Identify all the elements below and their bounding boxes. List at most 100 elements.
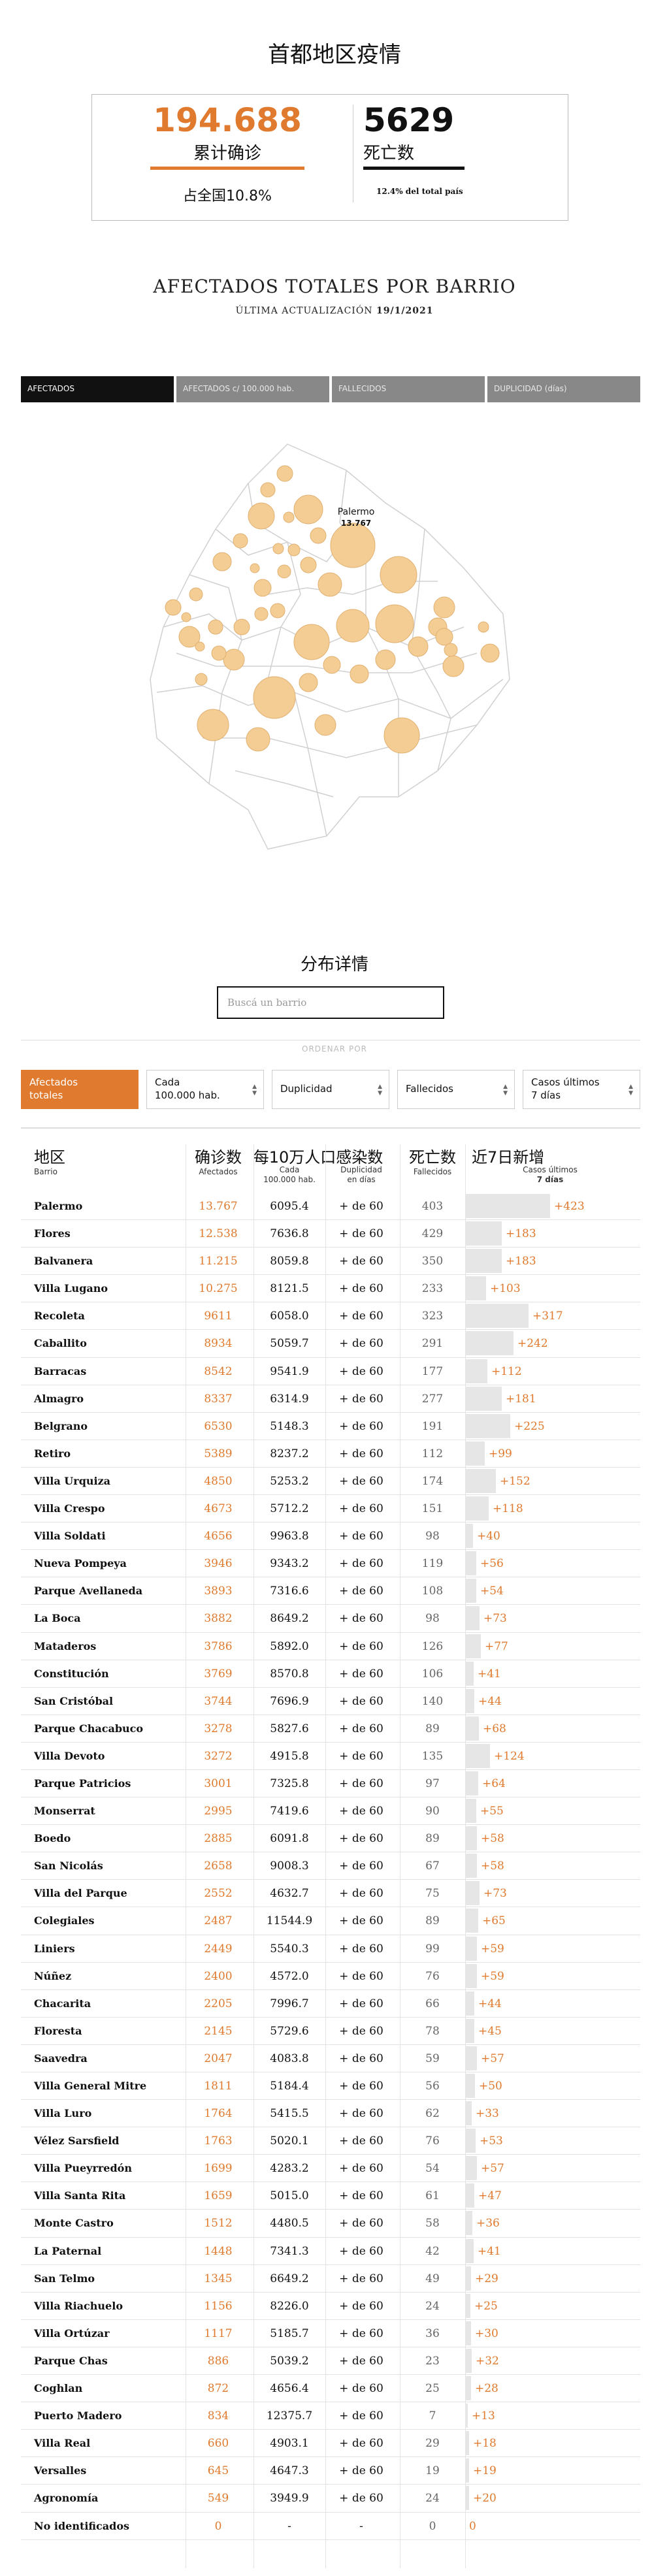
duplicidad-value: + de 60 [339, 1832, 383, 1846]
fallecidos-value: 191 [421, 1419, 444, 1433]
bubble-coghlan[interactable] [283, 511, 295, 523]
barrio-name: Monserrat [34, 1805, 95, 1818]
tab-duplicidad[interactable]: DUPLICIDAD (días) [487, 376, 640, 402]
col-cada-es2: 100.000 hab. [263, 1175, 316, 1184]
col-casos-es2: 7 días [536, 1175, 564, 1184]
bubble-la-boca[interactable] [442, 655, 465, 677]
bubble-liniers[interactable] [165, 599, 182, 616]
bubble-parque-patricios[interactable] [350, 664, 369, 684]
bubble-almagro[interactable] [336, 609, 370, 643]
bubble-villa-real[interactable] [195, 641, 205, 652]
bubble-san-telmo[interactable] [444, 643, 458, 657]
bubble-villa-del-parque[interactable] [253, 579, 272, 597]
bubble-monte-castro[interactable] [189, 587, 203, 602]
bubble-parque-chacabuco[interactable] [299, 673, 318, 692]
bubble-villa-pueyrredon[interactable] [233, 533, 248, 549]
duplicidad-value: + de 60 [339, 2464, 383, 2478]
table-row: Villa Devoto 3272 4915.8 + de 60 135 +124 [21, 1743, 640, 1770]
col-barrio-es: Barrio [34, 1167, 57, 1176]
bubble-villa-riachuelo[interactable] [195, 673, 208, 686]
cada-value: 8121.5 [270, 1282, 309, 1296]
col-cada-cn: 每10万人口感染数 [253, 1148, 383, 1167]
bubble-puerto-madero[interactable] [478, 621, 489, 633]
bubble-villa-urquiza[interactable] [248, 502, 275, 530]
afectados-value: 3893 [204, 1585, 233, 1598]
casos-value: +19 [473, 2464, 497, 2478]
sort-cada-button[interactable]: Cada 100.000 hab. ▲ ▼ [146, 1070, 264, 1109]
casos-value: +423 [554, 1200, 585, 1213]
fallecidos-value: 97 [425, 1777, 440, 1790]
bubble-villa-devoto[interactable] [212, 552, 232, 572]
last-update-date: 19/1/2021 [376, 306, 434, 316]
barrio-bubble-map[interactable]: Palermo 13.767 [137, 431, 529, 875]
tab-fallecidos[interactable]: FALLECIDOS [332, 376, 485, 402]
barrio-table: Palermo 13.767 6095.4 + de 60 403 +423 Flores 1… [21, 1193, 640, 2540]
casos-bar [465, 2129, 476, 2153]
sort-duplicidad-button[interactable]: Duplicidad ▲ ▼ [272, 1070, 389, 1109]
cada-value: 4480.5 [270, 2217, 309, 2230]
casos-value: +152 [500, 1474, 530, 1488]
casos-bar [465, 2101, 472, 2126]
bubble-nunez[interactable] [276, 465, 293, 482]
bubble-parque-chas[interactable] [272, 543, 284, 555]
cada-value: 5253.2 [270, 1474, 309, 1488]
bubble-parque-avellaneda[interactable] [223, 649, 245, 671]
bubble-villa-luro[interactable] [208, 619, 223, 635]
bubble-villa-general-mitre[interactable] [270, 603, 286, 619]
sort-fallecidos-button[interactable]: Fallecidos ▲ ▼ [397, 1070, 515, 1109]
cada-value: 6058.0 [270, 1310, 309, 1323]
bubble-agronomia[interactable] [250, 563, 260, 573]
bubble-saavedra[interactable] [260, 482, 276, 498]
table-row: Colegiales 2487 11544.9 + de 60 89 +65 [21, 1907, 640, 1935]
sort-afectados-button[interactable]: Afectados totales [21, 1070, 139, 1109]
bubble-villa-soldati[interactable] [246, 727, 270, 752]
page-title: 首都地区疫情 [268, 42, 401, 68]
bubble-colegiales[interactable] [310, 527, 327, 544]
casos-bar [465, 1716, 479, 1741]
duplicidad-value: + de 60 [339, 1942, 383, 1956]
map-tooltip: Palermo 13.767 [338, 507, 375, 528]
bubble-constitucion[interactable] [408, 636, 429, 657]
casos-value: +32 [476, 2354, 499, 2368]
bubble-villa-crespo[interactable] [318, 572, 342, 597]
bubble-chacarita[interactable] [300, 556, 317, 573]
bubble-nueva-pompeya[interactable] [314, 714, 336, 736]
bubble-villa-lugano[interactable] [197, 709, 229, 741]
bubble-versalles[interactable] [181, 612, 191, 622]
bubble-caballito[interactable] [293, 624, 330, 660]
table-row: Constitución 3769 8570.8 + de 60 106 +41 [21, 1660, 640, 1688]
bubble-flores[interactable] [253, 676, 296, 719]
bubble-san-cristobal[interactable] [375, 649, 396, 670]
duplicidad-value: + de 60 [339, 1530, 383, 1543]
bubble-villa-santa-rita[interactable] [254, 607, 269, 621]
bubble-palermo[interactable] [330, 523, 376, 568]
table-row: Mataderos 3786 5892.0 + de 60 126 +77 [21, 1633, 640, 1660]
bubble-recoleta[interactable] [380, 556, 417, 594]
bubble-floresta[interactable] [233, 619, 250, 636]
bubble-velez-sarsfield[interactable] [211, 645, 227, 661]
bubble-balvanera[interactable] [375, 604, 414, 643]
bubble-barracas[interactable] [383, 717, 420, 754]
afectados-value: 3744 [204, 1694, 233, 1708]
cada-value: 7996.7 [270, 1997, 309, 2010]
table-row: Almagro 8337 6314.9 + de 60 277 +181 [21, 1385, 640, 1413]
casos-bar [465, 1579, 476, 1603]
bubble-san-nicolas[interactable] [435, 628, 453, 646]
sort-arrows-icon: ▲ ▼ [628, 1084, 633, 1097]
casos-value: +59 [481, 1969, 504, 1983]
tab-afectados-100k[interactable]: AFECTADOS c/ 100.000 hab. [176, 376, 329, 402]
bubble-la-paternal[interactable] [277, 564, 291, 579]
search-input[interactable]: Buscá un barrio [217, 986, 444, 1019]
deaths-value: 5629 [363, 101, 455, 139]
duplicidad-value: + de 60 [339, 1860, 383, 1873]
sort-casos-button[interactable]: Casos últimos 7 días ▲ ▼ [523, 1070, 640, 1109]
bubble-belgrano[interactable] [293, 494, 323, 524]
last-update-prefix: ÚLTIMA ACTUALIZACIÓN [235, 306, 373, 316]
fallecidos-value: 140 [421, 1694, 444, 1708]
bubble-boedo[interactable] [323, 656, 341, 674]
afectados-value: 1763 [204, 2134, 233, 2148]
bubble-villa-ortuzar[interactable] [287, 543, 301, 556]
sort-label-line1: Cada [155, 1076, 180, 1088]
tab-afectados[interactable]: AFECTADOS [21, 376, 174, 402]
bubble-retiro[interactable] [433, 596, 455, 619]
